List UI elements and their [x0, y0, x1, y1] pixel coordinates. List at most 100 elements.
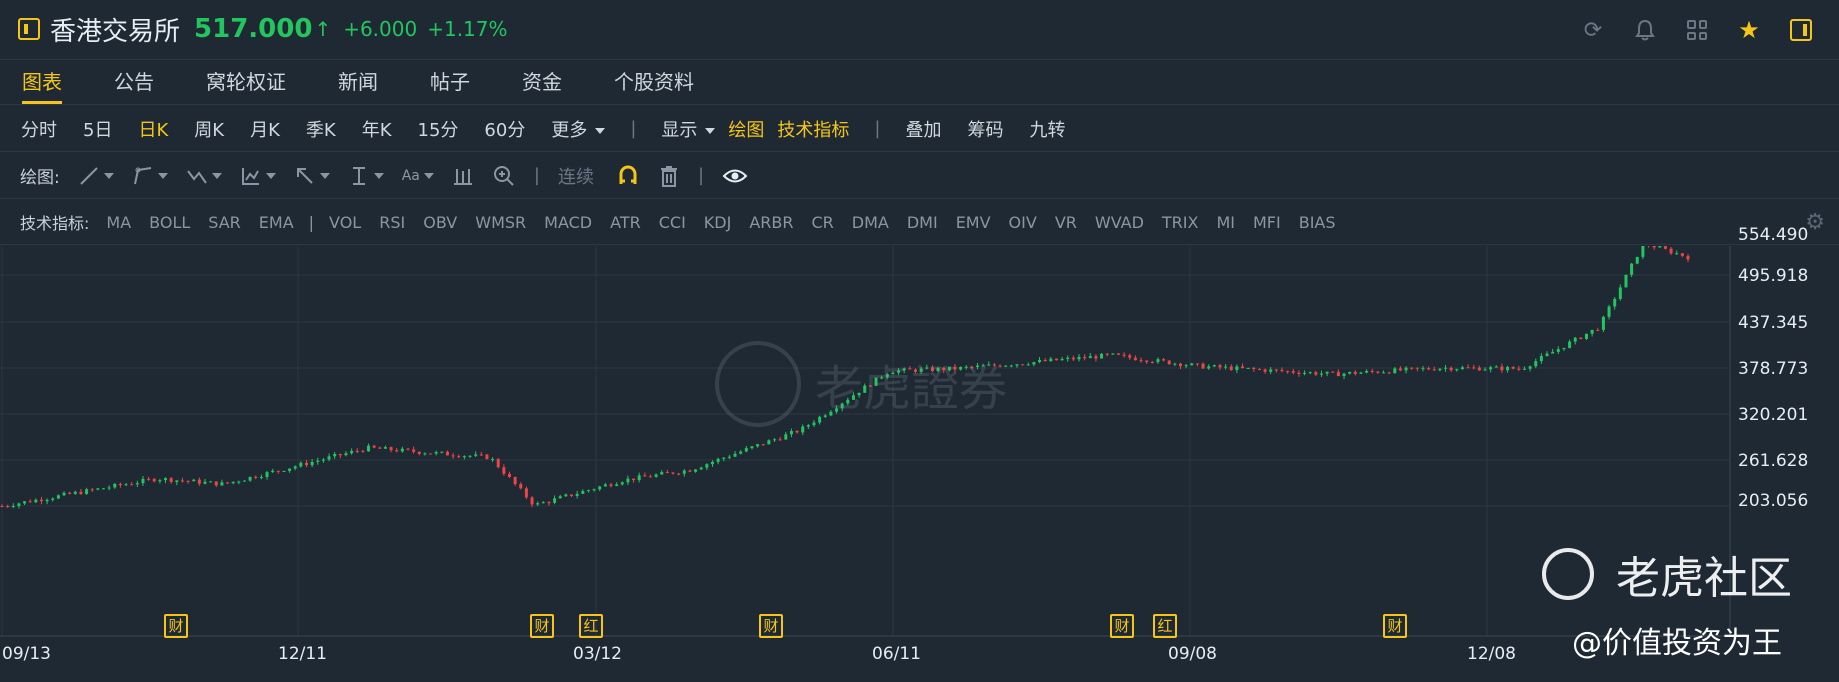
eye-icon[interactable]: [722, 166, 748, 186]
dividend-event-marker[interactable]: 红: [579, 614, 603, 638]
zoom-icon[interactable]: [492, 164, 516, 188]
tab-warrants[interactable]: 窝轮权证: [184, 60, 308, 104]
continuous-toggle[interactable]: 连续: [558, 163, 594, 189]
period-daily[interactable]: 日K: [125, 116, 181, 142]
trash-icon[interactable]: [658, 164, 680, 188]
period-quarterly[interactable]: 季K: [293, 116, 349, 142]
candle-body: [1021, 364, 1025, 366]
nine-turn-button[interactable]: 九转: [1016, 116, 1078, 142]
candle-body: [541, 502, 545, 504]
divider: |: [630, 118, 637, 139]
candle-body: [1280, 369, 1284, 372]
candle-body: [1601, 316, 1605, 330]
indicator-bias[interactable]: BIAS: [1290, 213, 1345, 232]
tab-announcements[interactable]: 公告: [92, 60, 176, 104]
indicator-trix[interactable]: TRIX: [1153, 213, 1208, 232]
candle-body: [1060, 358, 1064, 361]
indicators-toggle[interactable]: 技术指标: [777, 116, 862, 142]
drawing-label: 绘图:: [20, 168, 60, 188]
indicator-macd[interactable]: MACD: [535, 213, 601, 232]
candle-body: [1054, 358, 1058, 361]
candle-body: [637, 475, 641, 481]
tiger-watermark: 老虎證券: [715, 341, 1007, 427]
period-yearly[interactable]: 年K: [349, 116, 405, 142]
draw-toggle[interactable]: 绘图: [728, 116, 777, 142]
y-tick: 320.201: [1738, 405, 1809, 425]
candle-body: [1291, 371, 1295, 373]
earnings-event-marker[interactable]: 财: [1383, 614, 1407, 638]
earnings-event-marker[interactable]: 财: [530, 614, 554, 638]
chart-canvas[interactable]: [0, 246, 1839, 682]
candle-body: [564, 494, 568, 497]
earnings-event-marker[interactable]: 财: [164, 614, 188, 638]
period-15min[interactable]: 15分: [405, 116, 472, 142]
tab-capital[interactable]: 资金: [500, 60, 584, 104]
period-5day[interactable]: 5日: [70, 116, 125, 142]
indicator-mfi[interactable]: MFI: [1244, 213, 1290, 232]
period-weekly[interactable]: 周K: [181, 116, 237, 142]
candle-body: [1122, 354, 1126, 356]
candle-body: [412, 449, 416, 452]
tab-news[interactable]: 新闻: [316, 60, 400, 104]
indicator-oiv[interactable]: OIV: [1000, 213, 1046, 232]
candle-body: [259, 476, 263, 478]
display-dropdown[interactable]: 显示: [648, 116, 728, 142]
candle-body: [141, 478, 145, 484]
bell-icon[interactable]: [1619, 14, 1671, 46]
indicator-cr[interactable]: CR: [802, 213, 842, 232]
period-60min[interactable]: 60分: [471, 116, 538, 142]
earnings-event-marker[interactable]: 财: [1110, 614, 1134, 638]
indicator-wvad[interactable]: WVAD: [1086, 213, 1153, 232]
indicator-mi[interactable]: MI: [1207, 213, 1244, 232]
pattern-tool-icon[interactable]: [240, 165, 276, 187]
indicator-ema[interactable]: EMA: [250, 213, 303, 232]
indicator-arbr[interactable]: ARBR: [740, 213, 802, 232]
candle-body: [1393, 368, 1397, 374]
indicator-kdj[interactable]: KDJ: [695, 213, 741, 232]
line-tool-icon[interactable]: [78, 165, 114, 187]
grid-icon[interactable]: [1671, 14, 1723, 46]
candle-body: [1297, 372, 1301, 374]
candle-body: [1618, 287, 1622, 299]
chips-button[interactable]: 筹码: [954, 116, 1016, 142]
polyline-tool-icon[interactable]: [132, 165, 168, 187]
wave-tool-icon[interactable]: [186, 165, 222, 187]
candle-body: [423, 453, 427, 455]
indicator-ma[interactable]: MA: [97, 213, 140, 232]
tab-posts[interactable]: 帖子: [408, 60, 492, 104]
indicator-cci[interactable]: CCI: [650, 213, 695, 232]
period-intraday[interactable]: 分时: [8, 116, 70, 142]
indicator-wmsr[interactable]: WMSR: [466, 213, 535, 232]
indicator-atr[interactable]: ATR: [601, 213, 650, 232]
indicator-vol[interactable]: VOL: [320, 213, 370, 232]
indicator-emv[interactable]: EMV: [947, 213, 1000, 232]
indicator-boll[interactable]: BOLL: [140, 213, 199, 232]
kline-chart[interactable]: 老虎證券 554.490 495.918 437.345 378.773 320…: [0, 225, 1839, 682]
tab-profile[interactable]: 个股资料: [592, 60, 716, 104]
sidebar-icon[interactable]: [1775, 14, 1827, 46]
tab-chart[interactable]: 图表: [0, 60, 84, 104]
indicator-label: 技术指标:: [20, 214, 90, 233]
dividend-event-marker[interactable]: 红: [1153, 614, 1177, 638]
magnet-icon[interactable]: [616, 164, 640, 188]
text-tool-icon[interactable]: Aa: [402, 168, 434, 184]
overlay-button[interactable]: 叠加: [892, 116, 954, 142]
panel-toggle-icon[interactable]: [18, 18, 40, 40]
more-periods-dropdown[interactable]: 更多: [538, 116, 618, 142]
cursor-tool-icon[interactable]: [348, 165, 384, 187]
display-label: 显示: [661, 119, 698, 141]
indicator-dma[interactable]: DMA: [843, 213, 898, 232]
bar-tool-icon[interactable]: [452, 165, 474, 187]
indicator-obv[interactable]: OBV: [414, 213, 466, 232]
indicator-rsi[interactable]: RSI: [370, 213, 414, 232]
period-monthly[interactable]: 月K: [237, 116, 293, 142]
candle-body: [1128, 355, 1132, 358]
earnings-event-marker[interactable]: 财: [759, 614, 783, 638]
indicator-vr[interactable]: VR: [1046, 213, 1086, 232]
arrow-tool-icon[interactable]: [294, 165, 330, 187]
indicator-sar[interactable]: SAR: [199, 213, 250, 232]
indicator-dmi[interactable]: DMI: [898, 213, 947, 232]
star-icon[interactable]: ★: [1723, 14, 1775, 46]
candle-body: [169, 478, 173, 483]
refresh-icon[interactable]: ⟳: [1567, 14, 1619, 46]
